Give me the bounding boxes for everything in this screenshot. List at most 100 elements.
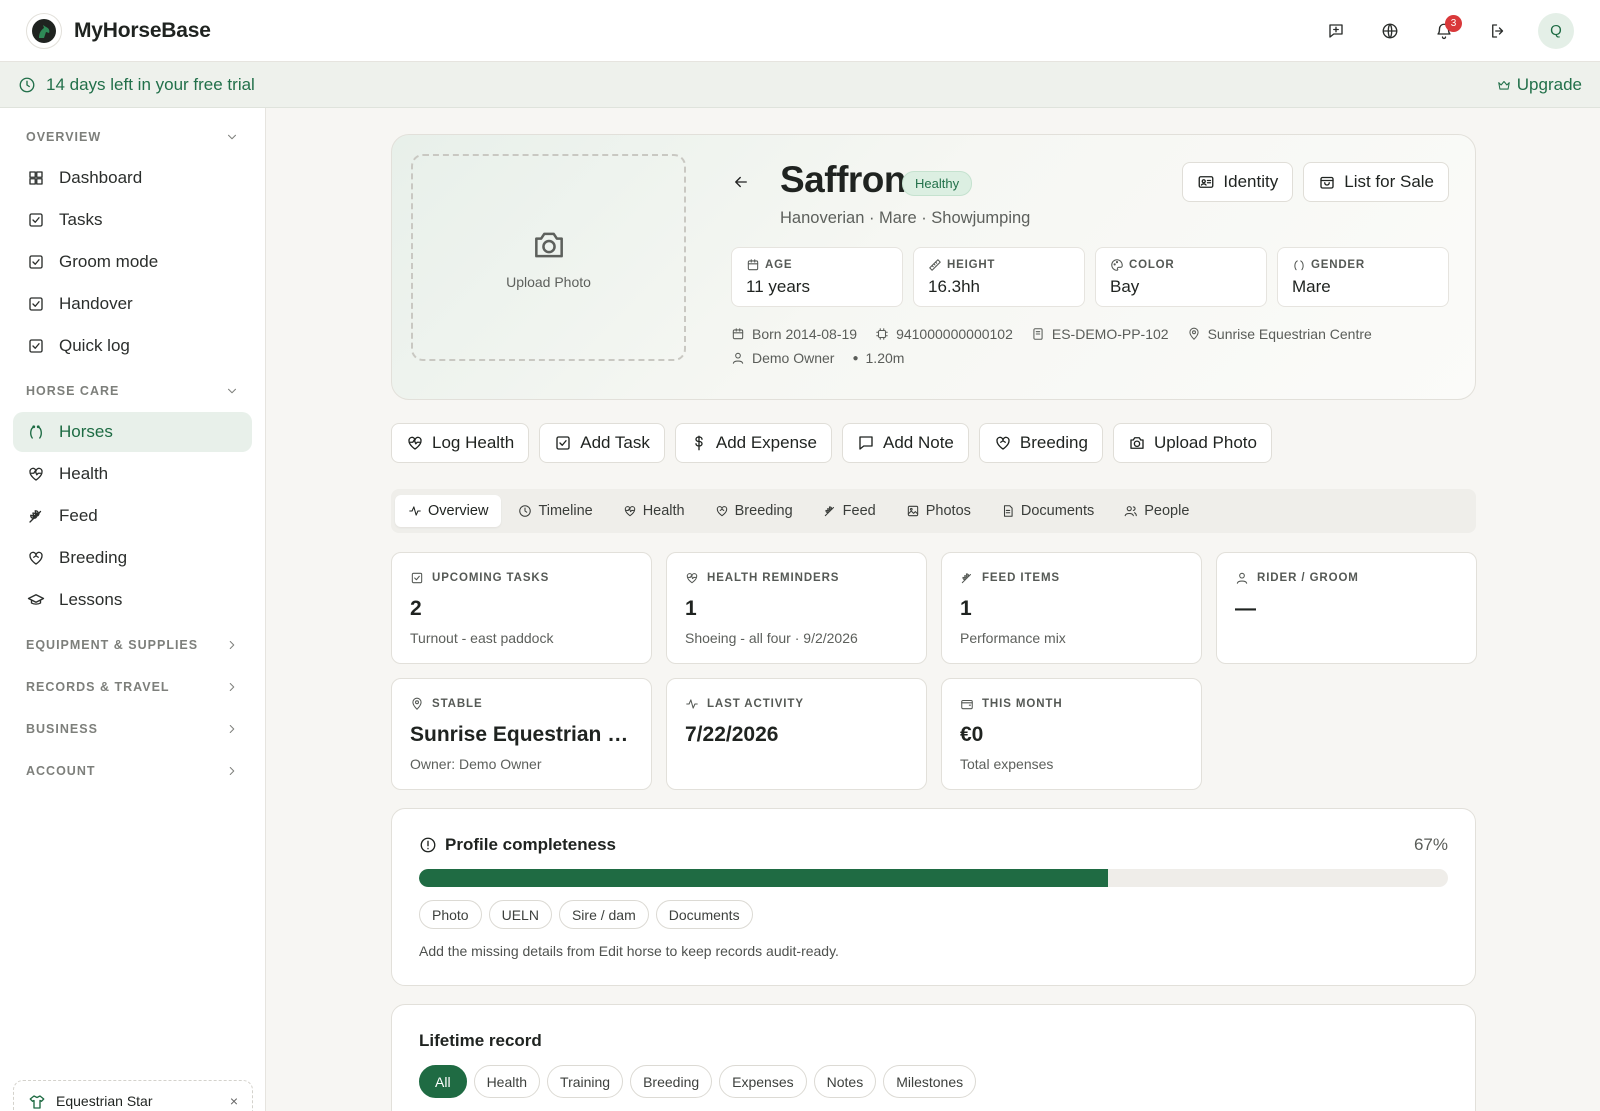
notifications-bell-icon[interactable]: 3: [1426, 13, 1462, 49]
horse-name: Saffron: [780, 159, 907, 200]
user-avatar[interactable]: Q: [1538, 12, 1574, 49]
clock-icon: [519, 505, 532, 517]
add-note-button[interactable]: Add Note: [842, 423, 969, 463]
stat-value: Mare: [1292, 277, 1331, 296]
tab-photos[interactable]: Photos: [893, 495, 984, 527]
section-business[interactable]: BUSINESS: [0, 708, 265, 750]
tab-people[interactable]: People: [1111, 495, 1202, 527]
sidebar-item-tasks[interactable]: Tasks: [13, 200, 252, 240]
lifetime-record-panel: Lifetime record All Health Training Bree…: [391, 1004, 1476, 1111]
card-upcoming-tasks[interactable]: UPCOMING TASKS 2 Turnout - east paddock: [391, 552, 652, 664]
file-text-icon: [1003, 505, 1013, 517]
card-health-reminders[interactable]: HEALTH REMINDERS 1 Shoeing - all four · …: [666, 552, 927, 664]
chevron-right-icon: [229, 724, 235, 734]
sidebar-item-breeding[interactable]: Breeding: [13, 538, 252, 578]
dashboard-grid-icon: [29, 171, 43, 185]
meta-born: Born 2014-08-19: [731, 326, 857, 342]
notification-count-badge: 3: [1445, 14, 1462, 32]
card-value: Sunrise Equestrian C...: [410, 723, 633, 746]
section-overview[interactable]: OVERVIEW: [0, 116, 265, 158]
card-last-activity[interactable]: LAST ACTIVITY 7/22/2026: [666, 678, 927, 790]
filter-breeding[interactable]: Breeding: [630, 1065, 713, 1098]
section-title: RECORDS & TRAVEL: [26, 680, 170, 694]
horse-logo-icon[interactable]: [26, 12, 62, 49]
sidebar-item-label: Horses: [59, 422, 113, 441]
card-label: THIS MONTH: [982, 698, 1063, 710]
upload-photo-dropzone[interactable]: Upload Photo: [411, 154, 686, 361]
sidebar-item-horses[interactable]: Horses: [13, 412, 252, 452]
sidebar-item-feed[interactable]: Feed: [13, 496, 252, 536]
tab-health[interactable]: Health: [610, 495, 698, 527]
calendar-icon: [732, 328, 744, 340]
upgrade-link[interactable]: Upgrade: [1497, 75, 1582, 95]
trial-banner: 14 days left in your free trial Upgrade: [0, 62, 1600, 108]
tab-overview[interactable]: Overview: [395, 495, 502, 527]
chevron-right-icon: [229, 682, 235, 692]
tab-label: Health: [642, 503, 685, 519]
upgrade-label[interactable]: Upgrade: [1517, 75, 1582, 95]
chevron-down-icon: [227, 134, 237, 140]
card-sub: Performance mix: [960, 630, 1066, 646]
card-feed-items[interactable]: FEED ITEMS 1 Performance mix: [941, 552, 1202, 664]
sidebar-item-label: Feed: [59, 506, 98, 525]
tab-feed[interactable]: Feed: [810, 495, 889, 527]
card-label: STABLE: [432, 698, 483, 710]
list-for-sale-button[interactable]: List for Sale: [1303, 162, 1449, 202]
missing-chip-sire-dam[interactable]: Sire / dam: [558, 900, 649, 929]
meta-jump-height-text: 1.20m: [865, 350, 905, 366]
missing-chip-documents[interactable]: Documents: [655, 900, 753, 929]
stat-label: AGE: [765, 259, 793, 271]
language-globe-icon[interactable]: [1372, 13, 1408, 49]
section-equipment-supplies[interactable]: EQUIPMENT & SUPPLIES: [0, 624, 265, 666]
sidebar-item-dashboard[interactable]: Dashboard: [13, 158, 252, 198]
meta-owner: Demo Owner: [731, 350, 834, 366]
missing-chip-ueln[interactable]: UELN: [488, 900, 552, 929]
filter-milestones[interactable]: Milestones: [883, 1065, 977, 1098]
card-this-month[interactable]: THIS MONTH €0 Total expenses: [941, 678, 1202, 790]
checkbox-icon: [556, 436, 570, 450]
status-badge: Healthy: [902, 171, 973, 196]
back-arrow-icon[interactable]: [732, 173, 750, 191]
activity-icon: [686, 699, 698, 709]
tab-label: Documents: [1020, 503, 1095, 519]
logout-icon[interactable]: [1480, 13, 1516, 49]
filter-all[interactable]: All: [419, 1065, 467, 1098]
filter-expenses[interactable]: Expenses: [719, 1065, 807, 1098]
sidebar-item-quick-log[interactable]: Quick log: [13, 326, 252, 366]
feedback-icon[interactable]: [1318, 13, 1354, 49]
main-content: Upload Photo Saffron Healthy Hanoverian …: [391, 134, 1477, 1111]
breeding-button[interactable]: Breeding: [978, 423, 1103, 463]
card-rider-groom[interactable]: RIDER / GROOM —: [1216, 552, 1477, 664]
close-icon[interactable]: ×: [230, 1093, 238, 1109]
section-account[interactable]: ACCOUNT: [0, 750, 265, 792]
identity-button[interactable]: Identity: [1182, 162, 1294, 202]
heart-pulse-icon: [686, 573, 698, 584]
card-sub: Turnout - east paddock: [410, 630, 554, 646]
filter-training[interactable]: Training: [547, 1065, 624, 1098]
map-pin-icon: [1188, 327, 1199, 340]
section-records-travel[interactable]: RECORDS & TRAVEL: [0, 666, 265, 708]
meta-jump-height: ● 1.20m: [852, 350, 905, 366]
add-expense-button[interactable]: Add Expense: [674, 423, 832, 463]
filter-health[interactable]: Health: [473, 1065, 541, 1098]
sidebar-item-groom-mode[interactable]: Groom mode: [13, 242, 252, 282]
shirt-icon: [29, 1095, 45, 1109]
add-task-button[interactable]: Add Task: [539, 423, 665, 463]
section-horse-care[interactable]: HORSE CARE: [0, 370, 265, 412]
filter-notes[interactable]: Notes: [813, 1065, 877, 1098]
upload-photo-button[interactable]: Upload Photo: [1112, 423, 1272, 463]
meta-passport: ES-DEMO-PP-102: [1031, 326, 1169, 342]
tab-label: Timeline: [538, 503, 593, 519]
tab-timeline[interactable]: Timeline: [505, 495, 605, 527]
sidebar-item-handover[interactable]: Handover: [13, 284, 252, 324]
log-health-button[interactable]: Log Health: [391, 423, 530, 463]
plan-card[interactable]: Equestrian Star ×: [13, 1080, 253, 1111]
tab-documents[interactable]: Documents: [988, 495, 1107, 527]
stat-age: AGE 11 years: [731, 247, 903, 307]
card-stable[interactable]: STABLE Sunrise Equestrian C... Owner: De…: [391, 678, 652, 790]
missing-chip-photo[interactable]: Photo: [419, 900, 482, 929]
sidebar-item-lessons[interactable]: Lessons: [13, 580, 252, 620]
tab-breeding[interactable]: Breeding: [702, 495, 806, 527]
app-title[interactable]: MyHorseBase: [74, 19, 211, 43]
sidebar-item-health[interactable]: Health: [13, 454, 252, 494]
